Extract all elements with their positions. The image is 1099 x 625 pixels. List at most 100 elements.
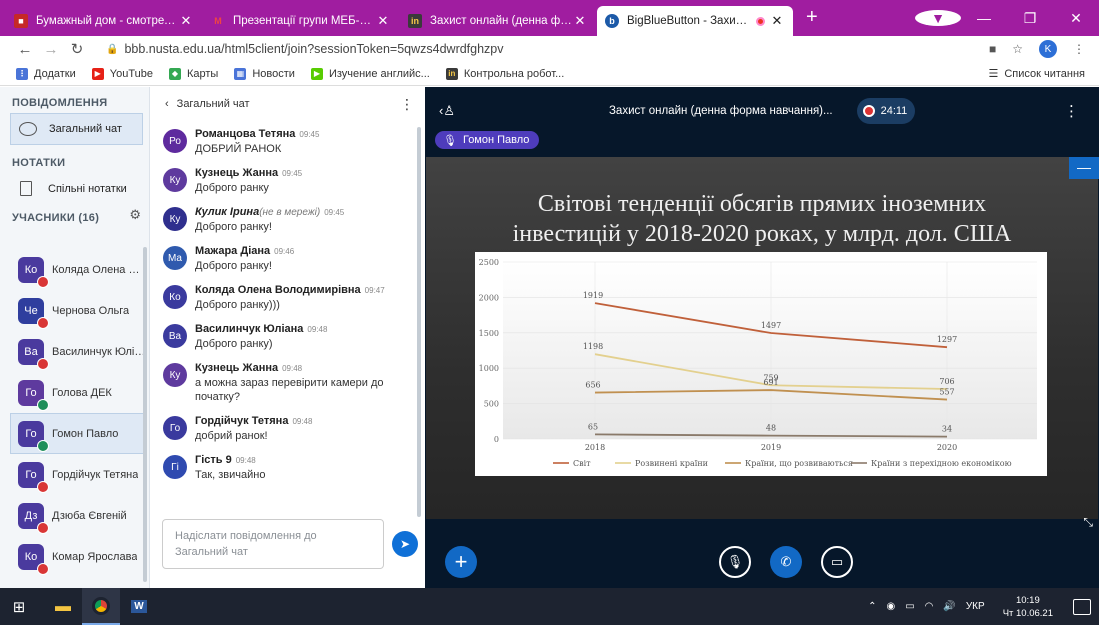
wifi-icon[interactable]: ◠ [925,601,934,612]
participant-item[interactable]: Ва Василинчук Юліа... [0,331,146,372]
camera-in-use-icon[interactable]: ■ [989,42,996,56]
presentation-area: ‹♙ Захист онлайн (денна форма навчання).… [425,87,1099,588]
toggle-userlist-icon[interactable]: ‹♙ [439,103,455,119]
avatar: Ва [18,338,49,370]
video-off-icon: ▭ [830,554,844,569]
microphone-on-icon [37,398,49,411]
bookmark-english[interactable]: ▶ Изучение английс... [310,67,430,80]
participant-name: Гомон Павло [52,427,119,440]
volume-icon[interactable]: 🔊 [943,601,955,612]
mute-microphone-button[interactable]: 🎙 [719,546,751,578]
participant-name: Гордійчук Тетяна [52,468,139,481]
new-tab-button[interactable]: + [794,6,828,35]
start-button[interactable]: ⊞ [0,588,38,625]
shared-notes-item[interactable]: Спільні нотатки [0,173,149,202]
slide-title: Світові тенденції обсягів прямих іноземн… [426,189,1098,249]
browser-tab-3[interactable]: in Захист онлайн (денна форма навчання) … [400,6,596,36]
chat-options-icon[interactable]: ⋮ [400,96,414,113]
chat-sender-name: Кузнець Жанна [195,167,279,179]
browser-menu-icon[interactable]: ⋮ [1073,42,1085,56]
back-arrow-icon[interactable]: ← [12,41,38,58]
avatar: Го [18,461,49,493]
data-label: 656 [585,381,600,390]
tab-title: Захист онлайн (денна форма навчання) [430,15,572,27]
gmail-icon: M [211,14,225,28]
close-tab-icon[interactable]: ✕ [769,13,785,29]
minimize-button[interactable]: — [961,10,1007,26]
taskbar-explorer[interactable]: ▬ [44,588,82,625]
close-tab-icon[interactable]: ✕ [375,13,391,29]
minimize-presentation-button[interactable]: — [1069,157,1099,179]
chevron-left-icon[interactable]: ‹ [165,98,169,110]
taskbar-chrome[interactable] [82,588,120,625]
chat-message-meta: Мажара Діана 09:46 [195,244,294,259]
participant-item[interactable]: Ко Комар Ярослава [0,536,146,577]
clock[interactable]: 10:19 Чт 10.06.21 [1003,594,1053,620]
chat-message-meta: Кузнець Жанна 09:48 [195,361,400,376]
participant-scrollbar[interactable] [143,247,147,582]
play-icon: ▶ [310,67,323,80]
avatar-initials: Ку [169,213,181,225]
bookmark-maps[interactable]: ◆ Карты [168,67,219,80]
reading-list[interactable]: ☰ Список читання [988,67,1085,81]
close-window-button[interactable]: ✕ [1053,10,1099,27]
actions-plus-button[interactable]: + [445,546,477,578]
profile-menu-icon[interactable]: ▼ [915,10,961,26]
share-webcam-button[interactable]: ▭ [821,546,853,578]
avatar-initials: Го [25,468,37,481]
profile-avatar[interactable]: K [1039,40,1057,58]
show-hidden-icons-icon[interactable]: ⌃ [868,601,876,612]
avatar-initials: Ва [168,330,182,342]
participant-item[interactable]: Го Гомон Павло [10,413,146,454]
network-icon[interactable]: ◉ [886,601,895,612]
battery-icon[interactable]: ▭ [905,601,914,612]
participant-item[interactable]: Че Чернова Ольга [0,290,146,331]
participant-item[interactable]: Ко Коляда Олена Во... [0,249,146,290]
legend-label: Країни з перехідною економікою [871,459,1012,468]
reading-list-icon: ☰ [988,68,999,80]
fullscreen-icon[interactable]: ⤡ [1083,515,1093,530]
chat-message-input[interactable]: Надіслати повідомлення до Загальний чат [162,519,384,569]
chat-message-text: а можна зараз перевірити камери до почат… [195,377,384,403]
avatar: Ко [18,543,49,575]
bookmark-youtube[interactable]: ▶ YouTube [91,67,153,80]
participant-item[interactable]: Дз Дзюба Євгеній [0,495,146,536]
chat-scrollbar[interactable] [417,127,421,517]
reload-icon[interactable]: ↻ [64,40,90,58]
bookmark-news[interactable]: ▦ Новости [234,67,295,80]
youtube-icon: ▶ [91,67,104,80]
url-field[interactable]: 🔒 bbb.nusta.edu.ua/html5client/join?sess… [106,42,504,56]
browser-tab-2[interactable]: M Презентації групи МЕБ-17-1 - k ✕ [203,6,399,36]
recording-indicator[interactable]: 24:11 [856,98,915,124]
bookmark-star-icon[interactable]: ☆ [1012,42,1023,56]
participant-item[interactable]: Го Гордійчук Тетяна [0,454,146,495]
record-icon [862,105,875,117]
window-controls: ▼ — ❐ ✕ [915,0,1099,36]
close-tab-icon[interactable]: ✕ [572,13,588,29]
browser-tab-active[interactable]: b BigBlueButton - Захист онлайн ✕ [597,6,793,36]
microphone-muted-icon [37,275,49,288]
avatar-initials: Ку [169,369,181,381]
x-tick-label: 2020 [937,443,957,452]
notifications-icon[interactable] [1073,598,1091,615]
participant-item[interactable]: Го Голова ДЕК [0,372,146,413]
leave-audio-button[interactable]: ✆ [770,546,802,578]
gear-icon[interactable]: ⚙ [129,207,141,223]
data-label: 34 [942,425,952,434]
taskbar-word[interactable]: W [120,588,158,625]
participant-name: Василинчук Юліа... [52,345,146,358]
browser-tab-1[interactable]: ■ Бумажный дом - смотреть онлайн ✕ [6,6,202,36]
tab-title: Бумажный дом - смотреть онлайн [36,15,178,27]
bookmark-label: Карты [186,67,219,80]
maximize-button[interactable]: ❐ [1007,10,1053,27]
bookmark-control-work[interactable]: in Контрольна робот... [445,67,564,80]
language-indicator[interactable]: УКР [966,601,985,612]
public-chat-item[interactable]: Загальний чат [10,113,143,145]
send-message-button[interactable]: ➤ [392,531,418,557]
chat-time: 09:45 [299,130,320,139]
chat-message-meta: Коляда Олена Володимирівна 09:47 [195,283,385,298]
forward-arrow-icon[interactable]: → [38,41,64,58]
meeting-options-icon[interactable]: ⋮ [1064,102,1079,120]
bookmark-apps[interactable]: ⋮ Додатки [16,67,76,80]
close-tab-icon[interactable]: ✕ [178,13,194,29]
